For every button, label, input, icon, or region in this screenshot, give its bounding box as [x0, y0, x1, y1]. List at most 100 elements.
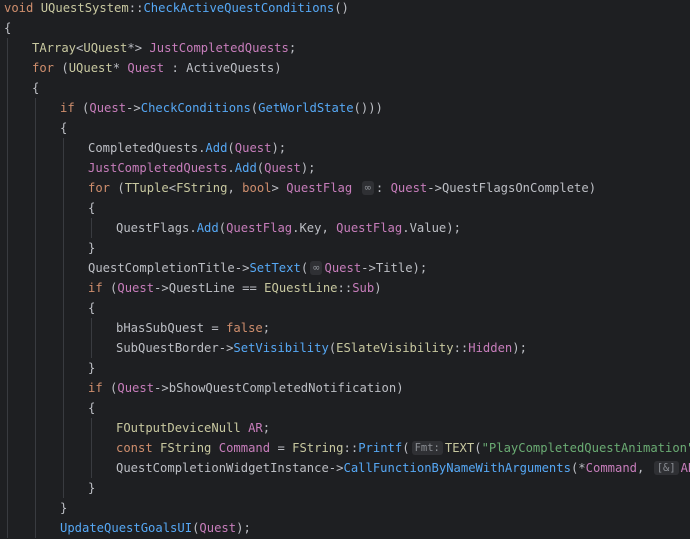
code-token: :	[164, 61, 187, 75]
code-line[interactable]: CompletedQuests.Add(Quest);	[88, 138, 286, 158]
code-token: Add	[205, 141, 228, 155]
inlay-hint: ∞	[361, 181, 374, 195]
code-token: );	[446, 221, 461, 235]
indent-guide	[63, 258, 64, 278]
code-token: AR	[680, 461, 690, 475]
indent-guide	[63, 178, 64, 198]
code-token: }	[88, 361, 96, 375]
indent-guide	[63, 418, 64, 438]
indent-guide	[35, 158, 36, 178]
code-token: }	[88, 481, 96, 495]
code-line[interactable]: for (TTuple<FString, bool> QuestFlag ∞: …	[88, 178, 596, 198]
code-token: TTuple	[124, 181, 169, 195]
code-token: Quest	[199, 521, 237, 535]
code-token: Printf	[358, 441, 403, 455]
code-line[interactable]: JustCompletedQuests.Add(Quest);	[88, 158, 316, 178]
code-line[interactable]: {	[88, 398, 95, 418]
indent-guide	[35, 138, 36, 158]
code-line[interactable]: for (UQuest* Quest : ActiveQuests)	[32, 58, 282, 78]
code-token: (	[218, 221, 227, 235]
code-token: );	[300, 161, 316, 175]
code-line[interactable]: if (Quest->bShowQuestCompletedNotificati…	[88, 378, 404, 398]
code-token: ()	[334, 1, 349, 15]
code-token: }	[88, 241, 96, 255]
code-line[interactable]: {	[88, 198, 95, 218]
code-token: ->	[361, 261, 376, 275]
indent-guide	[35, 478, 36, 498]
code-line[interactable]: QuestCompletionWidgetInstance->CallFunct…	[116, 458, 690, 478]
code-token: JustCompletedQuests	[149, 41, 289, 55]
code-token: {	[4, 21, 12, 35]
indent-guide	[7, 518, 8, 538]
code-token: ()))	[353, 101, 383, 115]
code-token: ->	[154, 381, 169, 395]
code-line[interactable]: }	[60, 498, 67, 518]
code-token: UQuestSystem	[40, 1, 129, 15]
code-line[interactable]: TArray<UQuest*> JustCompletedQuests;	[32, 38, 296, 58]
code-line[interactable]: }	[88, 478, 95, 498]
code-token: (	[227, 141, 235, 155]
code-line[interactable]: }	[88, 358, 95, 378]
code-line[interactable]: {	[88, 298, 95, 318]
code-line[interactable]: if (Quest->CheckConditions(GetWorldState…	[60, 98, 383, 118]
indent-guide	[7, 38, 8, 58]
indent-guide	[63, 158, 64, 178]
code-token: ->	[154, 281, 169, 295]
code-token: (*	[570, 461, 586, 475]
code-token: false	[226, 321, 263, 335]
code-token: Quest	[117, 381, 155, 395]
code-token: Quest	[117, 281, 155, 295]
indent-guide	[63, 238, 64, 258]
indent-guide	[7, 98, 8, 118]
code-token: if	[88, 281, 111, 295]
code-token: CallFunctionByNameWithArguments	[343, 461, 571, 475]
indent-guide	[63, 138, 64, 158]
code-token: EQuestLine	[264, 281, 338, 295]
code-line[interactable]: QuestFlags.Add(QuestFlag.Key, QuestFlag.…	[116, 218, 461, 238]
code-token: Key	[299, 221, 322, 235]
code-token: )	[396, 381, 404, 395]
code-token: QuestFlagsOnComplete	[441, 181, 589, 195]
code-line[interactable]: UpdateQuestGoalsUI(Quest);	[60, 518, 251, 538]
code-token: Quest	[324, 261, 362, 275]
code-line[interactable]: SubQuestBorder->SetVisibility(ESlateVisi…	[116, 338, 527, 358]
code-line[interactable]: if (Quest->QuestLine == EQuestLine::Sub)	[88, 278, 382, 298]
code-token: SetVisibility	[233, 341, 329, 355]
code-token: Quest	[234, 141, 272, 155]
code-token: CheckConditions	[140, 101, 251, 115]
code-token: {	[88, 201, 96, 215]
code-line[interactable]: {	[4, 18, 11, 38]
code-token: {	[60, 121, 68, 135]
indent-guide	[35, 118, 36, 138]
indent-guide	[35, 398, 36, 418]
code-token: QuestFlag	[226, 221, 293, 235]
code-token: ==	[234, 281, 265, 295]
code-token: (	[402, 441, 410, 455]
code-token: {	[32, 81, 40, 95]
code-line[interactable]: FOutputDeviceNull AR;	[116, 418, 270, 438]
code-token: =	[270, 441, 293, 455]
indent-guide	[35, 218, 36, 238]
indent-guide	[7, 398, 8, 418]
code-line[interactable]: void UQuestSystem::CheckActiveQuestCondi…	[4, 0, 349, 18]
code-token: ->	[328, 461, 344, 475]
code-token: Sub	[352, 281, 375, 295]
code-token: JustCompletedQuests	[88, 161, 228, 175]
code-line[interactable]: QuestCompletionTitle->SetText(∞ Quest->Ti…	[88, 258, 427, 278]
code-token: bShowQuestCompletedNotification	[168, 381, 397, 395]
code-token: *>	[127, 41, 150, 55]
code-line[interactable]: bHasSubQuest = false;	[116, 318, 270, 338]
code-line[interactable]: {	[32, 78, 39, 98]
code-token: <	[168, 181, 177, 195]
code-line[interactable]: const FString Command = FString::Printf(…	[116, 438, 690, 458]
code-token: ESlateVisibility	[336, 341, 454, 355]
code-editor[interactable]: void UQuestSystem::CheckActiveQuestCondi…	[0, 0, 690, 539]
code-token: ::	[343, 441, 359, 455]
code-token: Quest	[264, 161, 301, 175]
code-line[interactable]: {	[60, 118, 67, 138]
code-line[interactable]: }	[88, 238, 95, 258]
indent-guide	[7, 298, 8, 318]
indent-guide	[35, 178, 36, 198]
indent-guide	[7, 378, 8, 398]
code-token: FString	[176, 181, 228, 195]
